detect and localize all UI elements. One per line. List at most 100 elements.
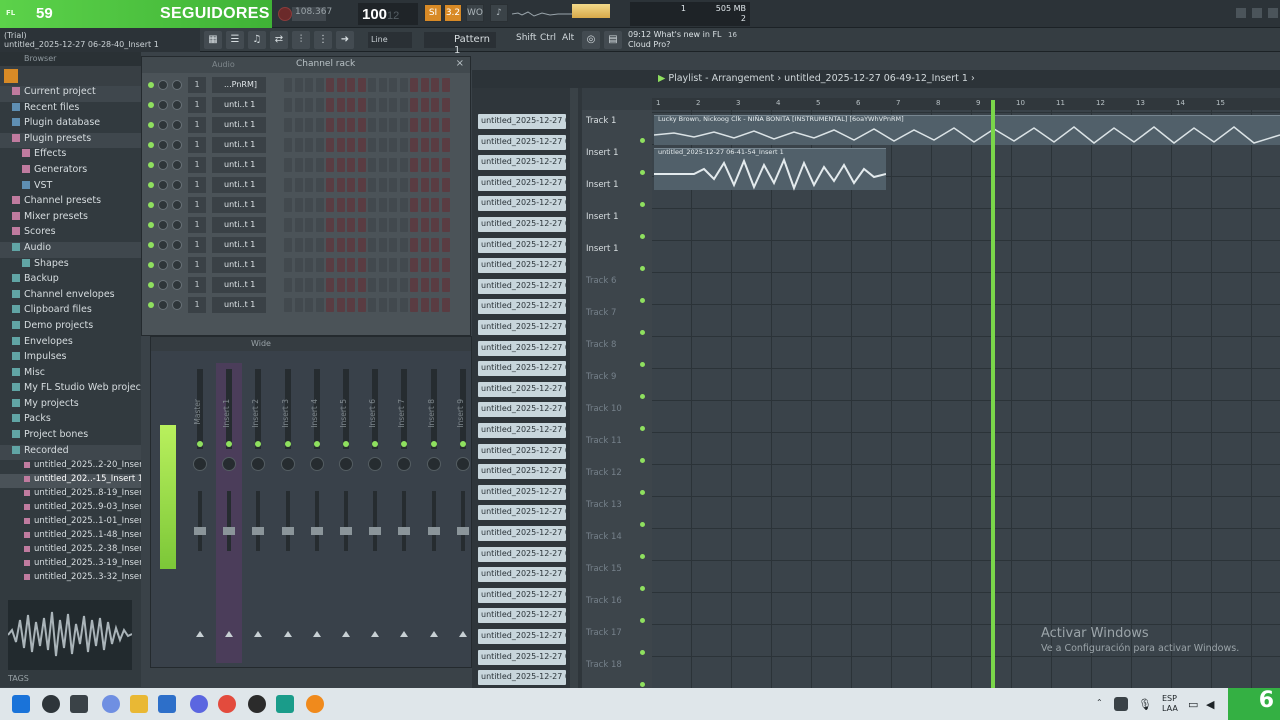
step-button[interactable] — [431, 258, 439, 272]
pattern-selector[interactable]: Pattern 1 — [424, 32, 496, 56]
plugin-icon[interactable]: ⇄ — [270, 31, 288, 49]
pattern-item[interactable]: untitled_2025-12-27 06-... — [478, 443, 566, 459]
all-icon[interactable] — [4, 69, 18, 83]
step-button[interactable] — [294, 238, 303, 252]
step-button[interactable] — [315, 218, 324, 232]
mixer-track-number[interactable]: 1 — [188, 157, 206, 173]
channel-row[interactable]: 1 unti..t 1 — [142, 135, 472, 155]
pan-knob[interactable] — [158, 120, 168, 130]
step-button[interactable] — [294, 78, 303, 92]
step-button[interactable] — [294, 218, 303, 232]
record-button[interactable] — [278, 7, 292, 21]
recorded-file[interactable]: untitled_2025..9-03_Insert 1 — [0, 502, 141, 516]
mixer-track-number[interactable]: 1 — [188, 237, 206, 253]
mute-led[interactable] — [459, 441, 466, 447]
route-arrow-icon[interactable] — [312, 631, 321, 637]
pattern-item[interactable]: untitled_2025-12-27 06-... — [478, 237, 566, 253]
step-button[interactable] — [284, 218, 292, 232]
pattern-item[interactable]: untitled_2025-12-27 06-... — [478, 361, 566, 377]
step-button[interactable] — [347, 218, 355, 232]
volume-fader[interactable] — [398, 527, 411, 535]
step-button[interactable] — [441, 238, 450, 252]
step-button[interactable] — [347, 98, 355, 112]
route-arrow-icon[interactable] — [283, 631, 292, 637]
step-button[interactable] — [389, 238, 397, 252]
channel-row[interactable]: 1 unti..t 1 — [142, 255, 472, 275]
step-button[interactable] — [294, 158, 303, 172]
step-button[interactable] — [420, 98, 429, 112]
volume-knob[interactable] — [172, 200, 182, 210]
step-button[interactable] — [284, 278, 292, 292]
browser-item[interactable]: Project bones — [0, 429, 141, 445]
lang-2[interactable]: LAA — [1162, 704, 1178, 713]
route-arrow-icon[interactable] — [371, 631, 380, 637]
pan-knob[interactable] — [158, 300, 168, 310]
step-button[interactable] — [399, 298, 408, 312]
step-button[interactable] — [378, 138, 387, 152]
step-button[interactable] — [347, 158, 355, 172]
tempo-display[interactable]: 108.367 — [292, 7, 332, 21]
step-button[interactable] — [378, 298, 387, 312]
step-button[interactable] — [347, 178, 355, 192]
step-button[interactable] — [294, 278, 303, 292]
pattern-item[interactable]: untitled_2025-12-27 06-... — [478, 484, 566, 500]
step-button[interactable] — [284, 298, 292, 312]
step-button[interactable] — [431, 158, 439, 172]
track-label[interactable]: Track 13 — [586, 500, 622, 510]
recorded-file[interactable]: untitled_2025..2-38_Insert 1 — [0, 544, 141, 558]
track-led[interactable] — [640, 426, 645, 431]
tray-app-icon[interactable] — [1114, 697, 1128, 711]
channel-row[interactable]: 1 unti..t 1 — [142, 155, 472, 175]
browser-item[interactable]: Effects — [0, 148, 141, 164]
mixer-strip[interactable]: Insert 2 — [245, 363, 271, 663]
playhead[interactable] — [991, 100, 995, 688]
track-led[interactable] — [640, 682, 645, 687]
pan-knob[interactable] — [222, 457, 237, 471]
step-button[interactable] — [357, 198, 366, 212]
step-button[interactable] — [368, 138, 376, 152]
song-position[interactable]: 10012 — [358, 3, 418, 25]
pattern-item[interactable]: untitled_2025-12-27 06-... — [478, 567, 566, 583]
pattern-item[interactable]: untitled_2025-12-27 06-... — [478, 546, 566, 562]
step-button[interactable] — [305, 78, 313, 92]
step-button[interactable] — [399, 198, 408, 212]
pattern-item[interactable]: untitled_2025-12-27 06-... — [478, 649, 566, 665]
step-button[interactable] — [294, 258, 303, 272]
task-view-icon[interactable] — [70, 695, 88, 713]
step-button[interactable] — [294, 178, 303, 192]
mute-led[interactable] — [313, 441, 320, 447]
pattern-song-switch[interactable] — [572, 4, 610, 18]
step-button[interactable] — [399, 98, 408, 112]
volume-fader[interactable] — [456, 527, 469, 535]
pan-knob[interactable] — [158, 180, 168, 190]
step-button[interactable] — [441, 278, 450, 292]
pan-knob[interactable] — [158, 80, 168, 90]
mixer-strip[interactable]: Insert 6 — [362, 363, 388, 663]
step-button[interactable] — [420, 278, 429, 292]
volume-knob[interactable] — [172, 140, 182, 150]
track-label[interactable]: Track 14 — [586, 532, 622, 542]
track-led[interactable] — [640, 618, 645, 623]
step-button[interactable] — [294, 298, 303, 312]
volume-fader[interactable] — [281, 527, 294, 535]
channel-led[interactable] — [148, 122, 154, 128]
step-button[interactable] — [431, 78, 439, 92]
browser-item[interactable]: Current project — [0, 86, 141, 102]
step-button[interactable] — [368, 258, 376, 272]
step-button[interactable] — [315, 178, 324, 192]
pattern-item[interactable]: untitled_2025-12-27 06-... — [478, 526, 566, 541]
step-button[interactable] — [431, 178, 439, 192]
browser-item[interactable]: Backup — [0, 273, 141, 289]
step-button[interactable] — [305, 278, 313, 292]
step-button[interactable] — [441, 98, 450, 112]
step-button[interactable] — [336, 238, 345, 252]
step-button[interactable] — [315, 198, 324, 212]
volume-icon[interactable]: ◀ — [1206, 698, 1214, 711]
track-label[interactable]: Track 10 — [586, 404, 622, 414]
channel-led[interactable] — [148, 142, 154, 148]
step-button[interactable] — [399, 218, 408, 232]
channel-name[interactable]: unti..t 1 — [212, 237, 266, 253]
step-button[interactable] — [294, 98, 303, 112]
step-button[interactable] — [284, 98, 292, 112]
step-button[interactable] — [410, 238, 418, 252]
